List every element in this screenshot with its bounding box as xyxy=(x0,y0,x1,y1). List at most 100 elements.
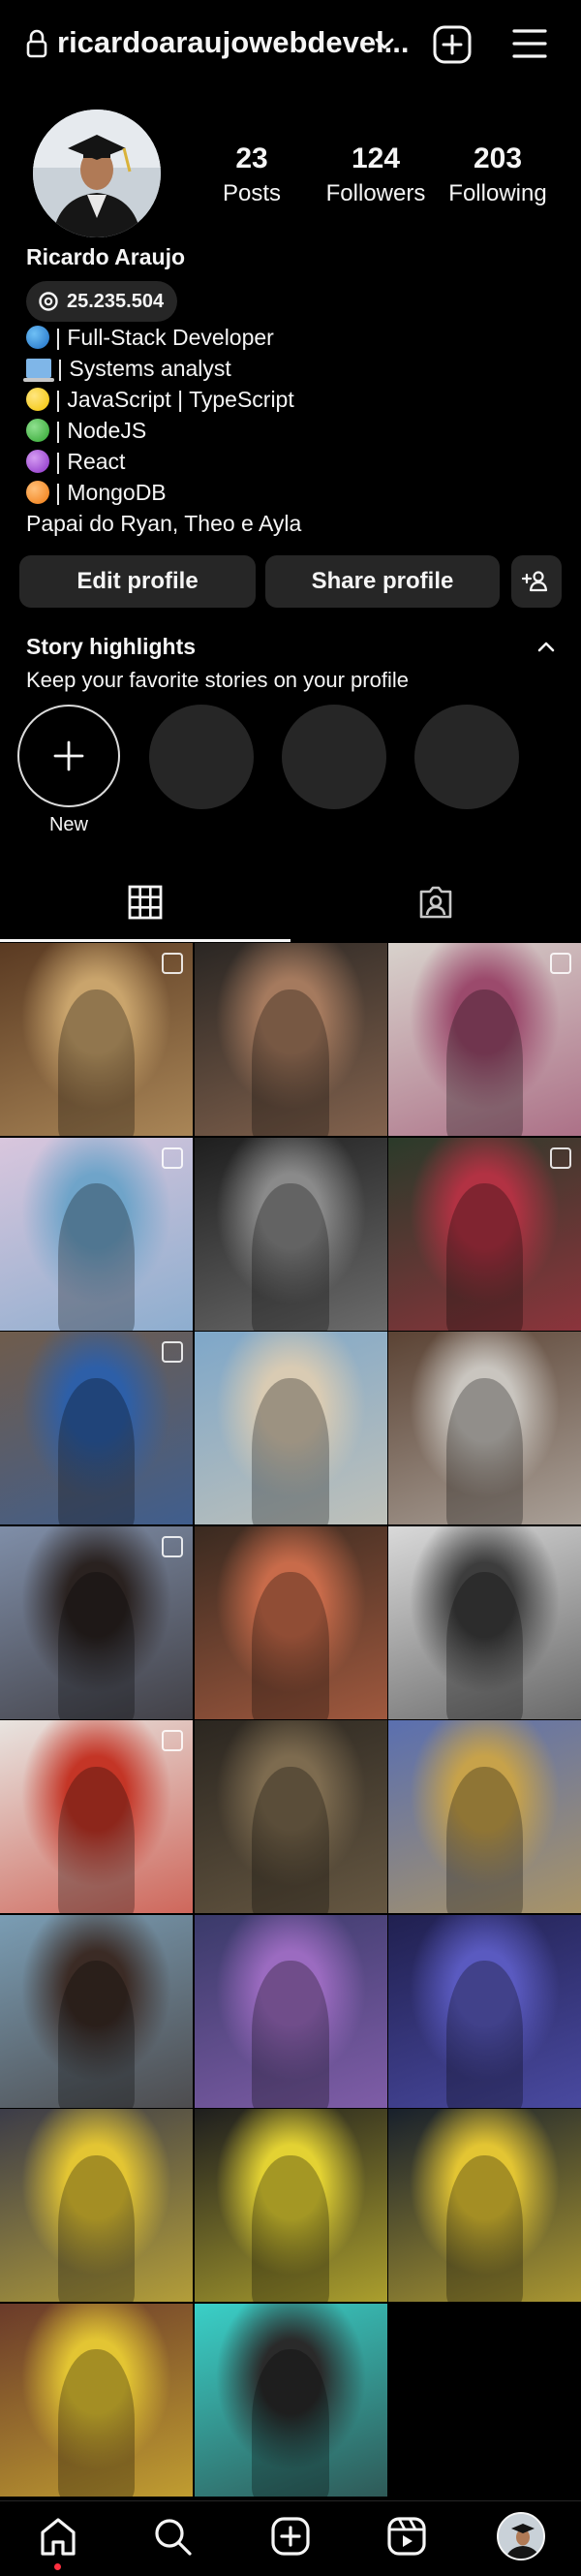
search-icon[interactable] xyxy=(151,2515,194,2558)
chevron-down-icon[interactable] xyxy=(372,31,397,56)
post-tile[interactable] xyxy=(388,1914,581,2108)
discover-people-button[interactable] xyxy=(511,555,562,608)
post-tile[interactable] xyxy=(388,1332,581,1524)
globe-icon xyxy=(26,326,49,349)
post-tile[interactable] xyxy=(388,1720,581,1913)
bio-line: | Systems analyst xyxy=(23,353,301,384)
post-tile[interactable] xyxy=(194,1525,387,1719)
bio-line: | NodeJS xyxy=(26,415,301,446)
bio-text: | MongoDB xyxy=(55,480,167,505)
photo-subject xyxy=(57,1766,136,1913)
reels-icon[interactable] xyxy=(385,2515,428,2558)
following-count-value: 203 xyxy=(473,142,523,174)
post-tile[interactable] xyxy=(194,1137,387,1331)
photo-subject xyxy=(445,1572,524,1719)
bio-line: | JavaScript | TypeScript xyxy=(26,384,301,415)
post-tile[interactable] xyxy=(388,943,581,1136)
notification-dot xyxy=(54,2563,61,2570)
bio-text: | JavaScript | TypeScript xyxy=(55,387,294,412)
top-bar: ricardoaraujowebdevel... xyxy=(0,0,581,89)
hamburger-icon[interactable] xyxy=(512,27,547,60)
photo-subject xyxy=(57,2154,136,2302)
post-tile[interactable] xyxy=(0,2109,193,2302)
grid-icon[interactable] xyxy=(126,883,165,922)
create-icon[interactable] xyxy=(269,2515,312,2558)
green-circle-icon xyxy=(26,419,49,442)
bio-line: | React xyxy=(26,446,301,477)
profile-tabs xyxy=(0,867,581,942)
new-highlight-button[interactable] xyxy=(17,705,120,807)
posts-count[interactable]: 23 Posts xyxy=(184,141,320,209)
photo-subject xyxy=(57,1572,136,1719)
post-tile[interactable] xyxy=(0,1137,193,1331)
active-tab-indicator xyxy=(0,939,290,942)
profile-bio: | Full-Stack Developer | Systems analyst… xyxy=(23,322,301,539)
photo-subject xyxy=(57,989,136,1136)
post-tile[interactable] xyxy=(194,943,387,1136)
photo-subject xyxy=(445,989,524,1136)
photo-subject xyxy=(57,1377,136,1524)
threads-icon xyxy=(39,292,58,311)
photo-subject xyxy=(252,2349,329,2497)
bio-line: | MongoDB xyxy=(26,477,301,508)
photo-subject xyxy=(252,1961,329,2108)
post-tile[interactable] xyxy=(0,1332,193,1524)
photo-subject xyxy=(252,1377,329,1524)
carousel-icon xyxy=(162,1535,183,1557)
following-count-label: Following xyxy=(448,180,547,206)
laptop-icon xyxy=(23,359,54,382)
home-icon[interactable] xyxy=(37,2515,79,2558)
highlight-placeholder xyxy=(149,705,254,809)
photo-subject xyxy=(57,1183,136,1331)
bio-text: | React xyxy=(55,449,126,474)
post-tile[interactable] xyxy=(194,1914,387,2108)
post-tile[interactable] xyxy=(388,1137,581,1331)
followers-count-label: Followers xyxy=(325,180,426,206)
carousel-icon xyxy=(162,1730,183,1751)
post-tile[interactable] xyxy=(0,1914,193,2108)
tagged-icon[interactable] xyxy=(416,883,455,922)
photo-subject xyxy=(57,2349,136,2497)
carousel-icon xyxy=(162,1341,183,1363)
photo-subject xyxy=(445,1377,524,1524)
photo-subject xyxy=(252,1572,329,1719)
carousel-icon xyxy=(162,953,183,974)
followers-count[interactable]: 124 Followers xyxy=(308,141,443,209)
post-tile[interactable] xyxy=(0,1720,193,1913)
chevron-up-icon[interactable] xyxy=(536,640,556,653)
photo-subject xyxy=(252,2154,329,2302)
post-tile[interactable] xyxy=(0,943,193,1136)
story-highlights-title: Story highlights xyxy=(26,634,197,659)
post-tile[interactable] xyxy=(194,2109,387,2302)
photo-subject xyxy=(445,2154,524,2302)
profile-name: Ricardo Araujo xyxy=(26,244,186,269)
post-tile[interactable] xyxy=(388,1525,581,1719)
account-username[interactable]: ricardoaraujowebdevel... xyxy=(57,25,410,60)
post-tile[interactable] xyxy=(194,1720,387,1913)
plus-square-icon[interactable] xyxy=(433,25,472,64)
share-profile-button[interactable]: Share profile xyxy=(265,555,500,608)
bio-line: | Full-Stack Developer xyxy=(26,322,301,353)
threads-badge[interactable]: 25.235.504 xyxy=(26,281,178,322)
following-count[interactable]: 203 Following xyxy=(430,141,566,209)
carousel-icon xyxy=(162,1147,183,1169)
edit-profile-button[interactable]: Edit profile xyxy=(19,555,256,608)
carousel-icon xyxy=(550,1147,571,1169)
bio-text: | Systems analyst xyxy=(57,356,231,381)
posts-count-label: Posts xyxy=(222,180,282,206)
bio-text: Papai do Ryan, Theo e Ayla xyxy=(26,511,302,536)
bio-text: | Full-Stack Developer xyxy=(55,325,274,350)
bio-line: Papai do Ryan, Theo e Ayla xyxy=(26,508,301,539)
photo-subject xyxy=(445,1961,524,2108)
post-tile[interactable] xyxy=(388,2109,581,2302)
post-tile[interactable] xyxy=(194,2303,387,2497)
profile-avatar[interactable] xyxy=(33,110,161,237)
post-tile[interactable] xyxy=(194,1332,387,1524)
threads-badge-text: 25.235.504 xyxy=(67,290,165,312)
profile-avatar[interactable] xyxy=(497,2512,545,2560)
post-tile[interactable] xyxy=(0,2303,193,2497)
post-tile[interactable] xyxy=(0,1525,193,1719)
new-highlight-label: New xyxy=(48,814,88,835)
photo-subject xyxy=(252,989,329,1136)
bottom-navigation xyxy=(0,2500,581,2576)
